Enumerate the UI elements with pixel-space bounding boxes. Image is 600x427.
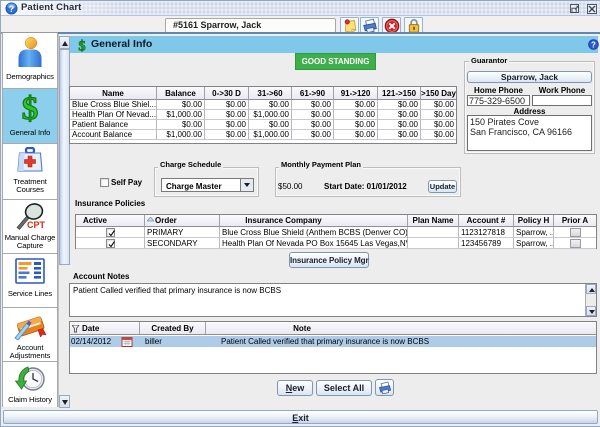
svg-text:CPT: CPT — [27, 220, 46, 230]
svg-text:?: ? — [591, 41, 596, 50]
svg-text:$: $ — [78, 39, 85, 53]
svg-text:?: ? — [9, 4, 15, 14]
svg-text:$: $ — [22, 92, 39, 124]
